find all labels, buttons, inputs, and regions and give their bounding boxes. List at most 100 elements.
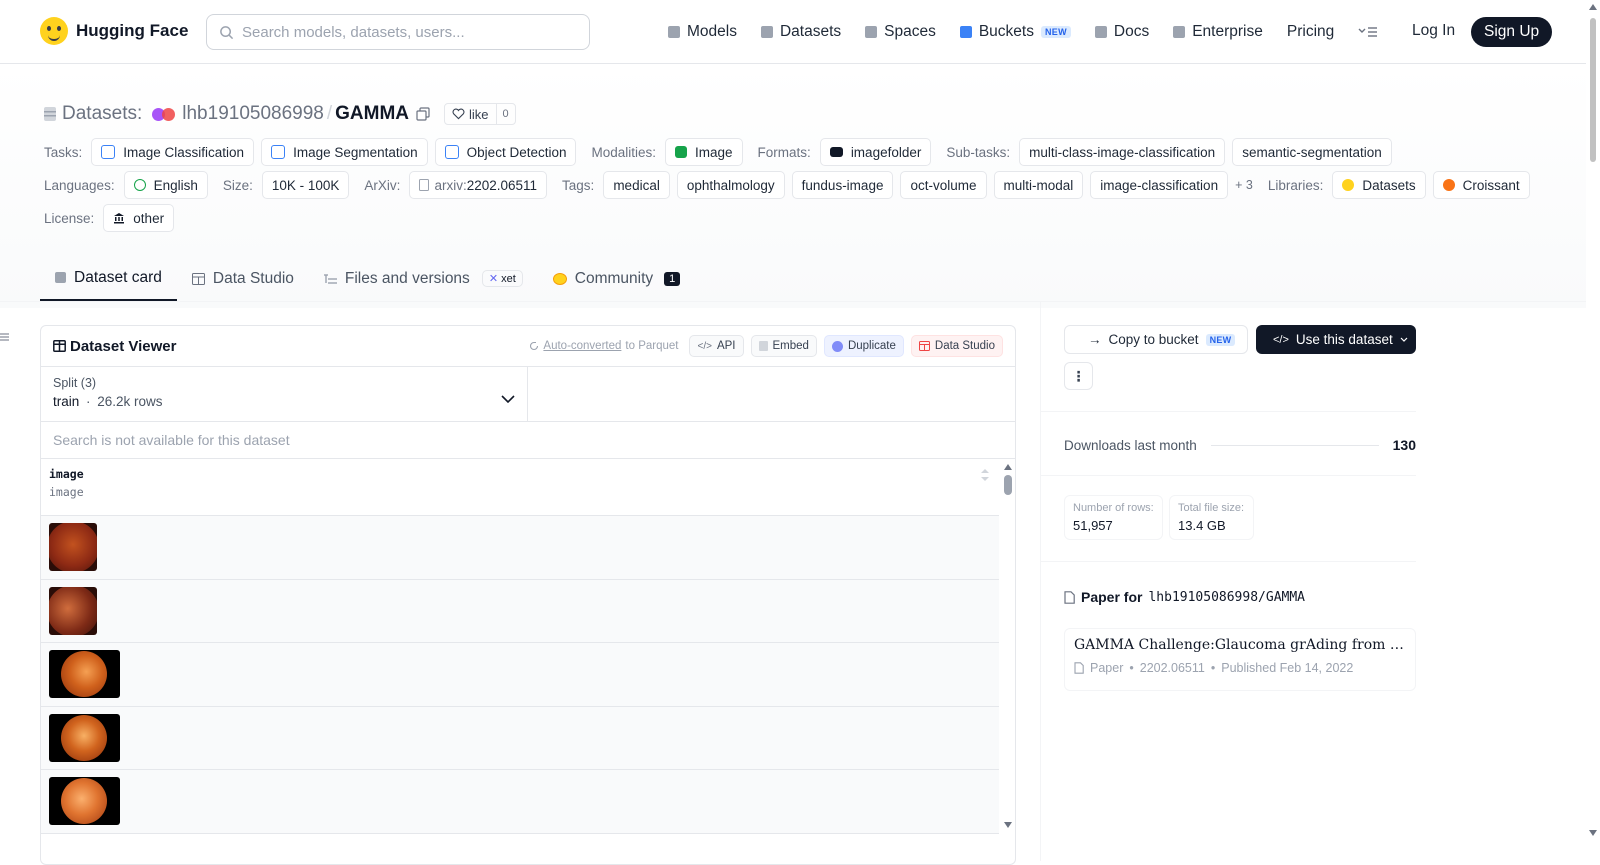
sidebar-divider (1040, 301, 1041, 861)
owner-avatar[interactable] (152, 107, 178, 121)
size-tag[interactable]: 10K - 100K (261, 171, 350, 199)
toc-toggle[interactable] (0, 332, 10, 342)
api-button[interactable]: </> API (689, 335, 744, 357)
repo-title-row: Datasets: lhb19105086998 / GAMMA like 0 (44, 100, 516, 128)
tag-chip-label: image-classification (1100, 177, 1219, 193)
libraries-label: Libraries: (1267, 177, 1324, 193)
heart-icon (452, 108, 465, 120)
like-button[interactable]: like 0 (444, 103, 516, 125)
paper-card[interactable]: GAMMA Challenge:Glaucoma grAding from Mu… (1064, 628, 1416, 691)
table-row[interactable] (41, 579, 999, 643)
fundus-thumbnail[interactable] (49, 777, 120, 825)
table-row[interactable] (41, 643, 999, 707)
table-of-contents-icon (0, 333, 9, 341)
tag-chip[interactable]: fundus-image (791, 171, 894, 199)
tab-files-and-versions[interactable]: Files and versions ✕ xet (309, 256, 538, 301)
search-input[interactable] (242, 23, 562, 41)
signup-button[interactable]: Sign Up (1471, 17, 1553, 47)
nav-pricing[interactable]: Pricing (1287, 23, 1334, 41)
image-modality-icon (675, 146, 688, 158)
nav-models[interactable]: Models (668, 23, 737, 41)
split-row: Split (3) train · 26.2k rows (41, 367, 1015, 422)
more-tags-link[interactable]: + 3 (1235, 178, 1253, 192)
license-tag[interactable]: other (103, 204, 175, 232)
repo-name[interactable]: GAMMA (335, 103, 409, 125)
paper-title: GAMMA Challenge:Glaucoma grAding from Mu… (1074, 637, 1406, 653)
use-this-dataset-button[interactable]: </> Use this dataset (1256, 325, 1416, 354)
subtask-tag[interactable]: multi-class-image-classification (1019, 138, 1226, 166)
nav-more-menu[interactable] (1358, 25, 1378, 39)
split-selector[interactable]: Split (3) train · 26.2k rows (41, 367, 528, 421)
tab-data-studio[interactable]: Data Studio (177, 256, 309, 301)
tag-chip[interactable]: image-classification (1090, 171, 1229, 199)
data-studio-button[interactable]: Data Studio (910, 335, 1003, 357)
scroll-up-icon[interactable] (1003, 463, 1013, 471)
format-tag[interactable]: imagefolder (819, 138, 932, 166)
viewer-header: Dataset Viewer Auto-converted to Parquet … (41, 326, 1015, 367)
global-search[interactable] (206, 14, 590, 50)
scroll-thumb[interactable] (1004, 475, 1012, 495)
scroll-down-icon[interactable] (1003, 821, 1013, 829)
task-tag[interactable]: Image Segmentation (261, 138, 428, 166)
tag-chip-label: oct-volume (910, 177, 977, 193)
copy-to-bucket-button[interactable]: → Copy to bucket NEW (1064, 325, 1248, 354)
auto-converted-link[interactable]: Auto-converted (543, 340, 621, 352)
copy-icon[interactable] (416, 107, 430, 121)
library-tag[interactable]: Croissant (1432, 171, 1530, 199)
task-tag-label: Image Classification (123, 144, 245, 160)
tag-chip[interactable]: ophthalmology (676, 171, 785, 199)
library-tag[interactable]: Datasets (1332, 171, 1426, 199)
fundus-thumbnail[interactable] (49, 523, 97, 571)
modalities-label: Modalities: (591, 144, 657, 160)
tab-label: Data Studio (212, 269, 294, 287)
table-row[interactable] (41, 770, 999, 834)
fundus-thumbnail[interactable] (49, 650, 120, 698)
path-separator: / (326, 103, 333, 124)
models-icon (668, 26, 680, 38)
files-icon (323, 273, 337, 284)
sort-icon[interactable] (981, 469, 989, 481)
tag-chip[interactable]: multi-modal (993, 171, 1084, 199)
folder-icon (829, 147, 843, 157)
tab-community[interactable]: Community 1 (538, 256, 696, 301)
paper-meta: Paper • 2202.06511 • Published Feb 14, 2… (1074, 661, 1406, 675)
arxiv-tag[interactable]: arxiv: 2202.06511 (409, 171, 548, 199)
page-scroll-thumb[interactable] (1590, 18, 1596, 162)
table-row[interactable] (41, 706, 999, 770)
embed-button[interactable]: Embed (750, 335, 817, 357)
nav-spaces[interactable]: Spaces (865, 23, 936, 41)
fundus-thumbnail[interactable] (49, 713, 120, 762)
nav-docs[interactable]: Docs (1094, 23, 1150, 41)
table-row[interactable] (41, 516, 999, 580)
viewer-scrollbar[interactable] (1003, 463, 1013, 833)
duplicate-button[interactable]: Duplicate (823, 335, 904, 357)
subtask-tag[interactable]: semantic-segmentation (1232, 138, 1392, 166)
nav-docs-label: Docs (1113, 23, 1150, 40)
fundus-thumbnail[interactable] (49, 586, 97, 635)
task-tag[interactable]: Image Classification (91, 138, 255, 166)
login-link[interactable]: Log In (1412, 22, 1455, 40)
repo-owner[interactable]: lhb19105086998 (182, 103, 324, 125)
repo-tabs: Dataset card Data Studio Files and versi… (40, 256, 695, 301)
nav-enterprise[interactable]: Enterprise (1173, 23, 1263, 41)
subtask-tag-label: multi-class-image-classification (1029, 144, 1216, 160)
refresh-icon (530, 341, 539, 351)
subtasks-label: Sub-tasks: (946, 144, 1011, 160)
language-tag[interactable]: English (123, 171, 208, 199)
modality-tag[interactable]: Image (665, 138, 743, 166)
tag-chip[interactable]: oct-volume (900, 171, 987, 199)
nav-datasets[interactable]: Datasets (760, 23, 841, 41)
scroll-down-icon[interactable] (1589, 830, 1597, 836)
tag-chip[interactable]: medical (603, 171, 670, 199)
metadata-row-2: Languages: English Size: 10K - 100K ArXi… (44, 171, 1530, 199)
more-options-button[interactable]: ⋮ (1064, 362, 1093, 390)
tab-dataset-card[interactable]: Dataset card (40, 256, 177, 301)
nav-buckets[interactable]: Buckets NEW (959, 23, 1071, 41)
brand-logo[interactable]: Hugging Face (40, 17, 188, 45)
column-header[interactable]: image image (41, 459, 999, 516)
task-tag[interactable]: Object Detection (434, 138, 577, 166)
to-parquet-label: to Parquet (625, 340, 679, 352)
page-scrollbar[interactable] (1586, 0, 1600, 861)
scroll-up-icon[interactable] (1589, 4, 1597, 10)
datasets-breadcrumb[interactable]: Datasets: (62, 103, 142, 125)
